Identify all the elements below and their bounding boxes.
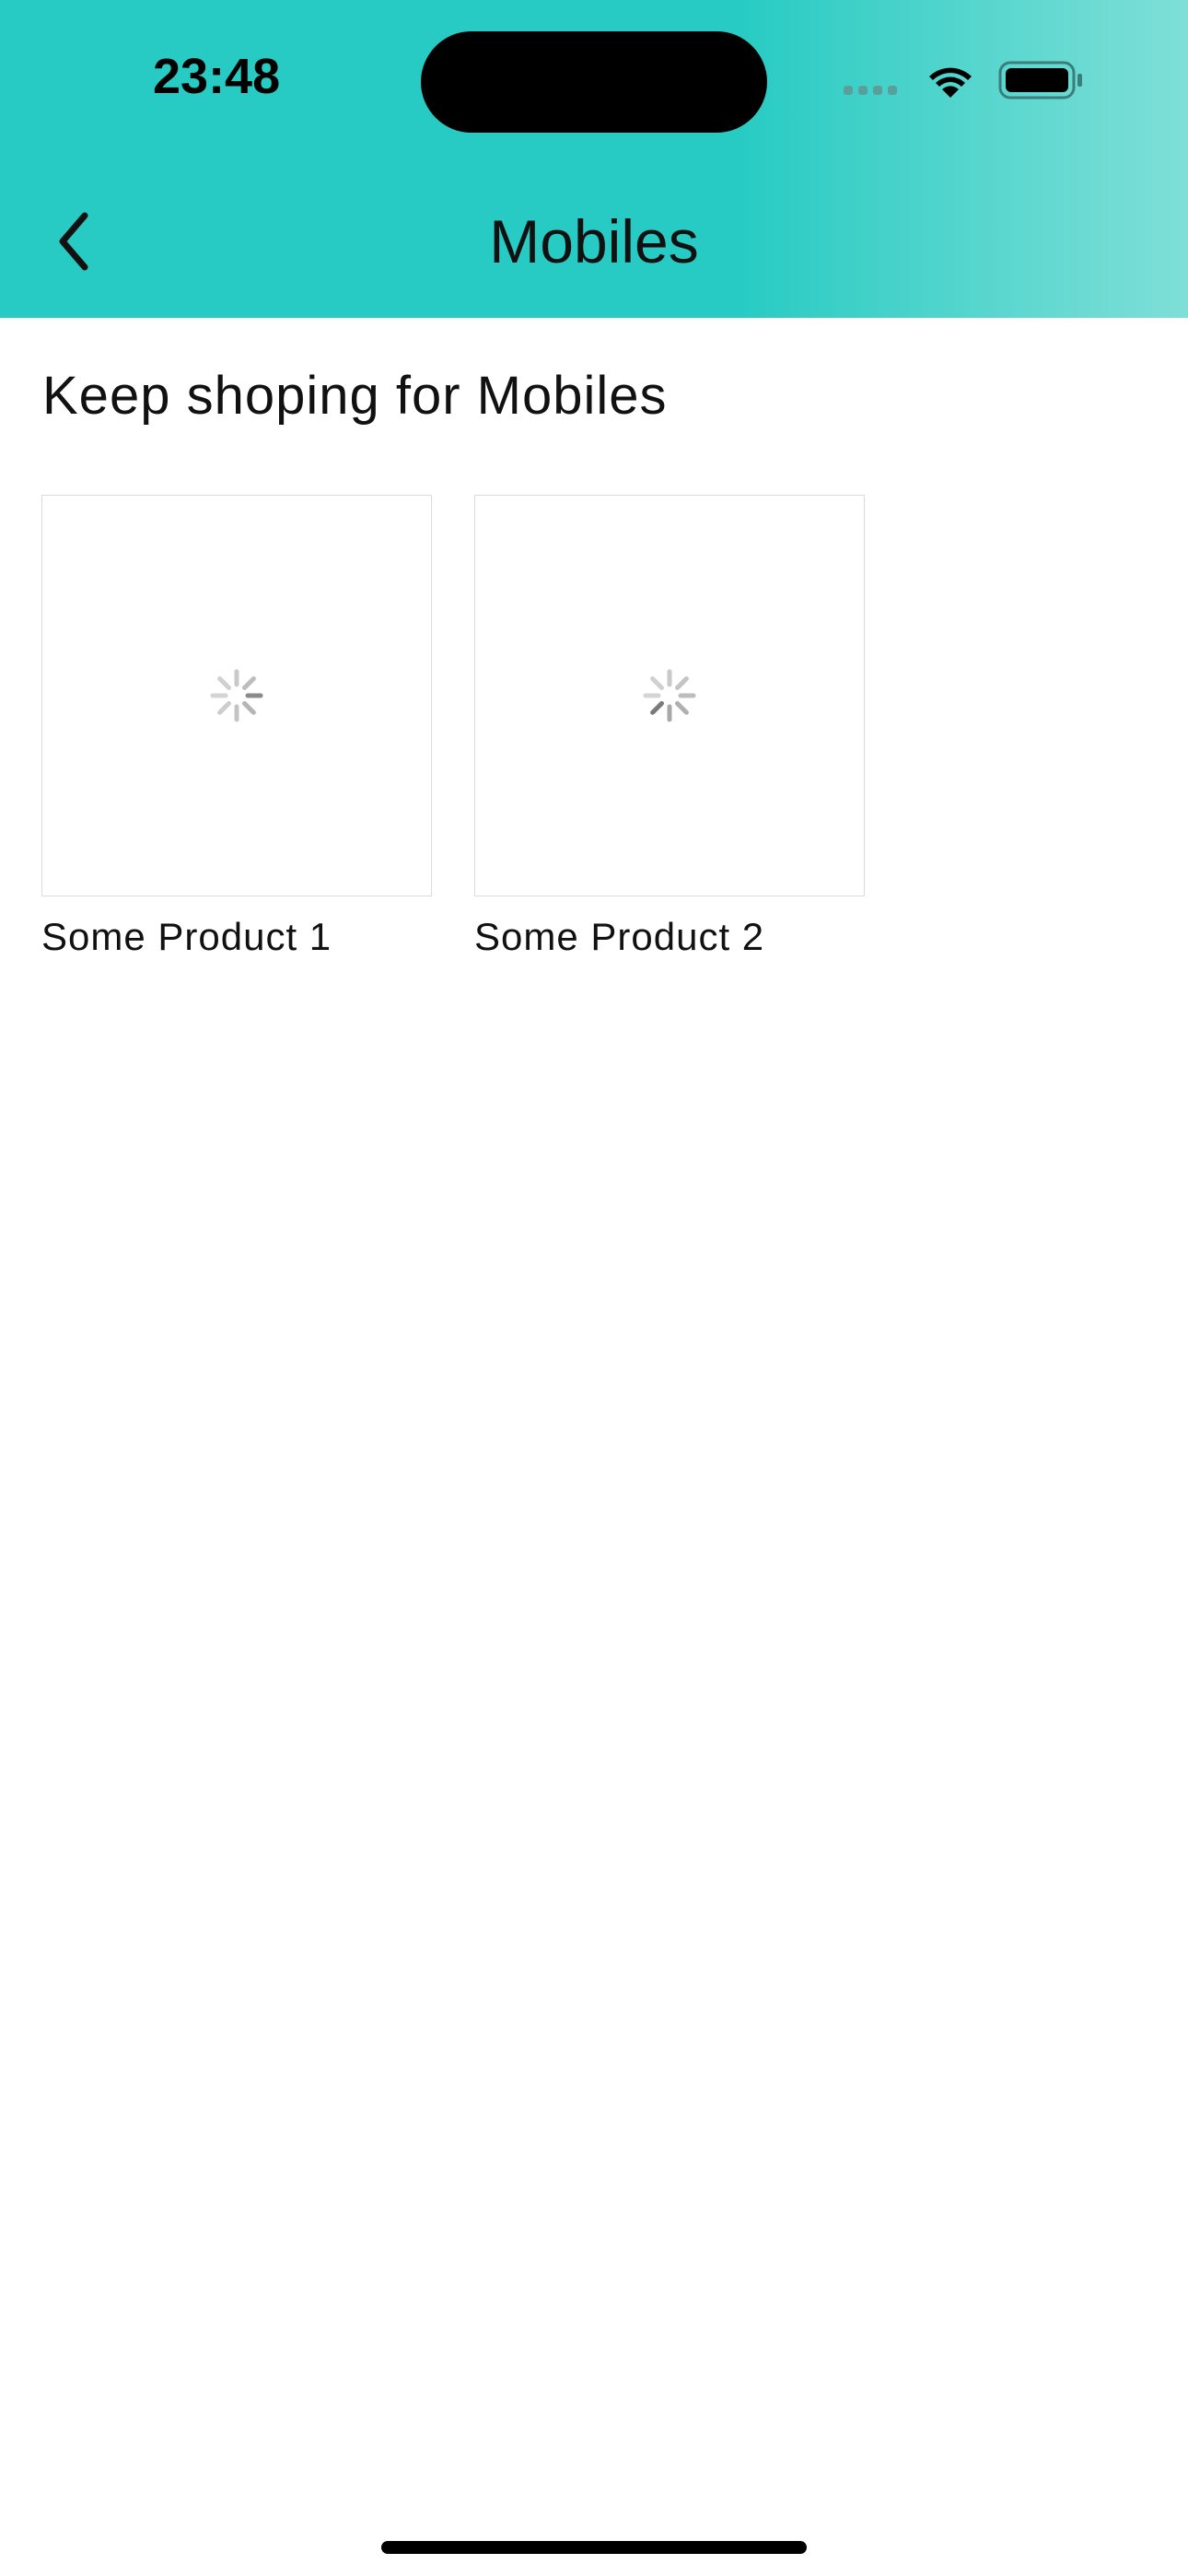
home-indicator[interactable] xyxy=(381,2541,807,2554)
section-title: Keep shoping for Mobiles xyxy=(42,366,668,426)
status-time: 23:48 xyxy=(153,49,281,104)
product-label: Some Product 1 xyxy=(41,915,332,958)
signal-icon xyxy=(844,86,897,95)
page-title: Mobiles xyxy=(489,207,699,275)
product-image xyxy=(474,495,865,896)
status-icons xyxy=(844,61,1082,100)
product-card[interactable]: Some Product 1 xyxy=(41,495,432,959)
loading-spinner-icon xyxy=(210,669,263,722)
product-card[interactable]: Some Product 2 xyxy=(474,495,865,959)
product-label: Some Product 2 xyxy=(474,915,765,958)
dynamic-island xyxy=(421,31,767,133)
battery-icon xyxy=(998,61,1082,100)
wifi-icon xyxy=(929,67,972,98)
loading-spinner-icon xyxy=(643,669,696,722)
product-image xyxy=(41,495,432,896)
app-header: 23:48 Mobiles xyxy=(0,0,1188,318)
